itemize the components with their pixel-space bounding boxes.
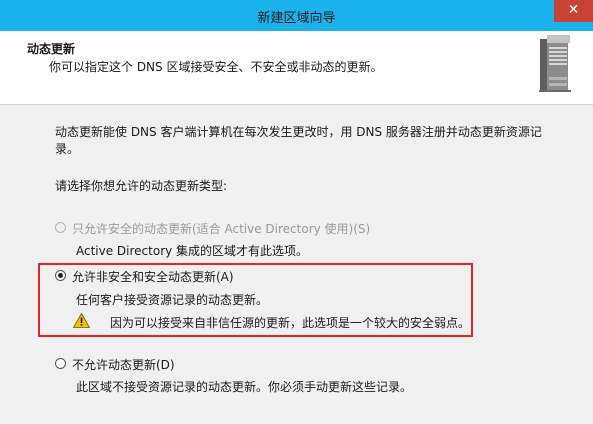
window-title: 新建区域向导 [257,11,336,26]
no-dynamic-update-radio[interactable] [55,358,66,369]
close-icon: ✕ [567,2,580,18]
no-dynamic-update-label[interactable]: 不允许动态更新(D) [72,356,175,373]
page-title: 动态更新 [27,42,76,56]
intro-text-line2: 录。 [55,142,80,156]
page-description: 你可以指定这个 DNS 区域接受安全、不安全或非动态的更新。 [49,60,383,74]
title-bar: 新建区域向导 ✕ [0,0,593,31]
nonsecure-and-secure-label[interactable]: 允许非安全和安全动态更新(A) [72,268,234,285]
type-prompt: 请选择你想允许的动态更新类型: [55,179,228,193]
intro-text-line1: 动态更新能使 DNS 客户端计算机在每次发生更改时，用 DNS 服务器注册并动态… [55,125,542,139]
nonsecure-and-secure-description: 任何客户接受资源记录的动态更新。 [76,293,269,307]
warning-icon [73,313,90,328]
no-dynamic-update-description: 此区域不接受资源记录的动态更新。你必须手动更新这些记录。 [76,380,413,394]
secure-only-label[interactable]: 只允许安全的动态更新(适合 Active Directory 使用)(S) [72,220,370,237]
nonsecure-and-secure-radio[interactable] [55,270,66,281]
warning-text: 因为可以接受来自非信任源的更新，此选项是一个较大的安全弱点。 [110,316,471,330]
close-button[interactable]: ✕ [554,0,593,22]
secure-only-description: Active Directory 集成的区域才有此选项。 [76,244,309,258]
server-icon [539,35,571,92]
secure-only-radio[interactable] [55,222,66,233]
wizard-header: 动态更新 你可以指定这个 DNS 区域接受安全、不安全或非动态的更新。 [0,31,593,105]
